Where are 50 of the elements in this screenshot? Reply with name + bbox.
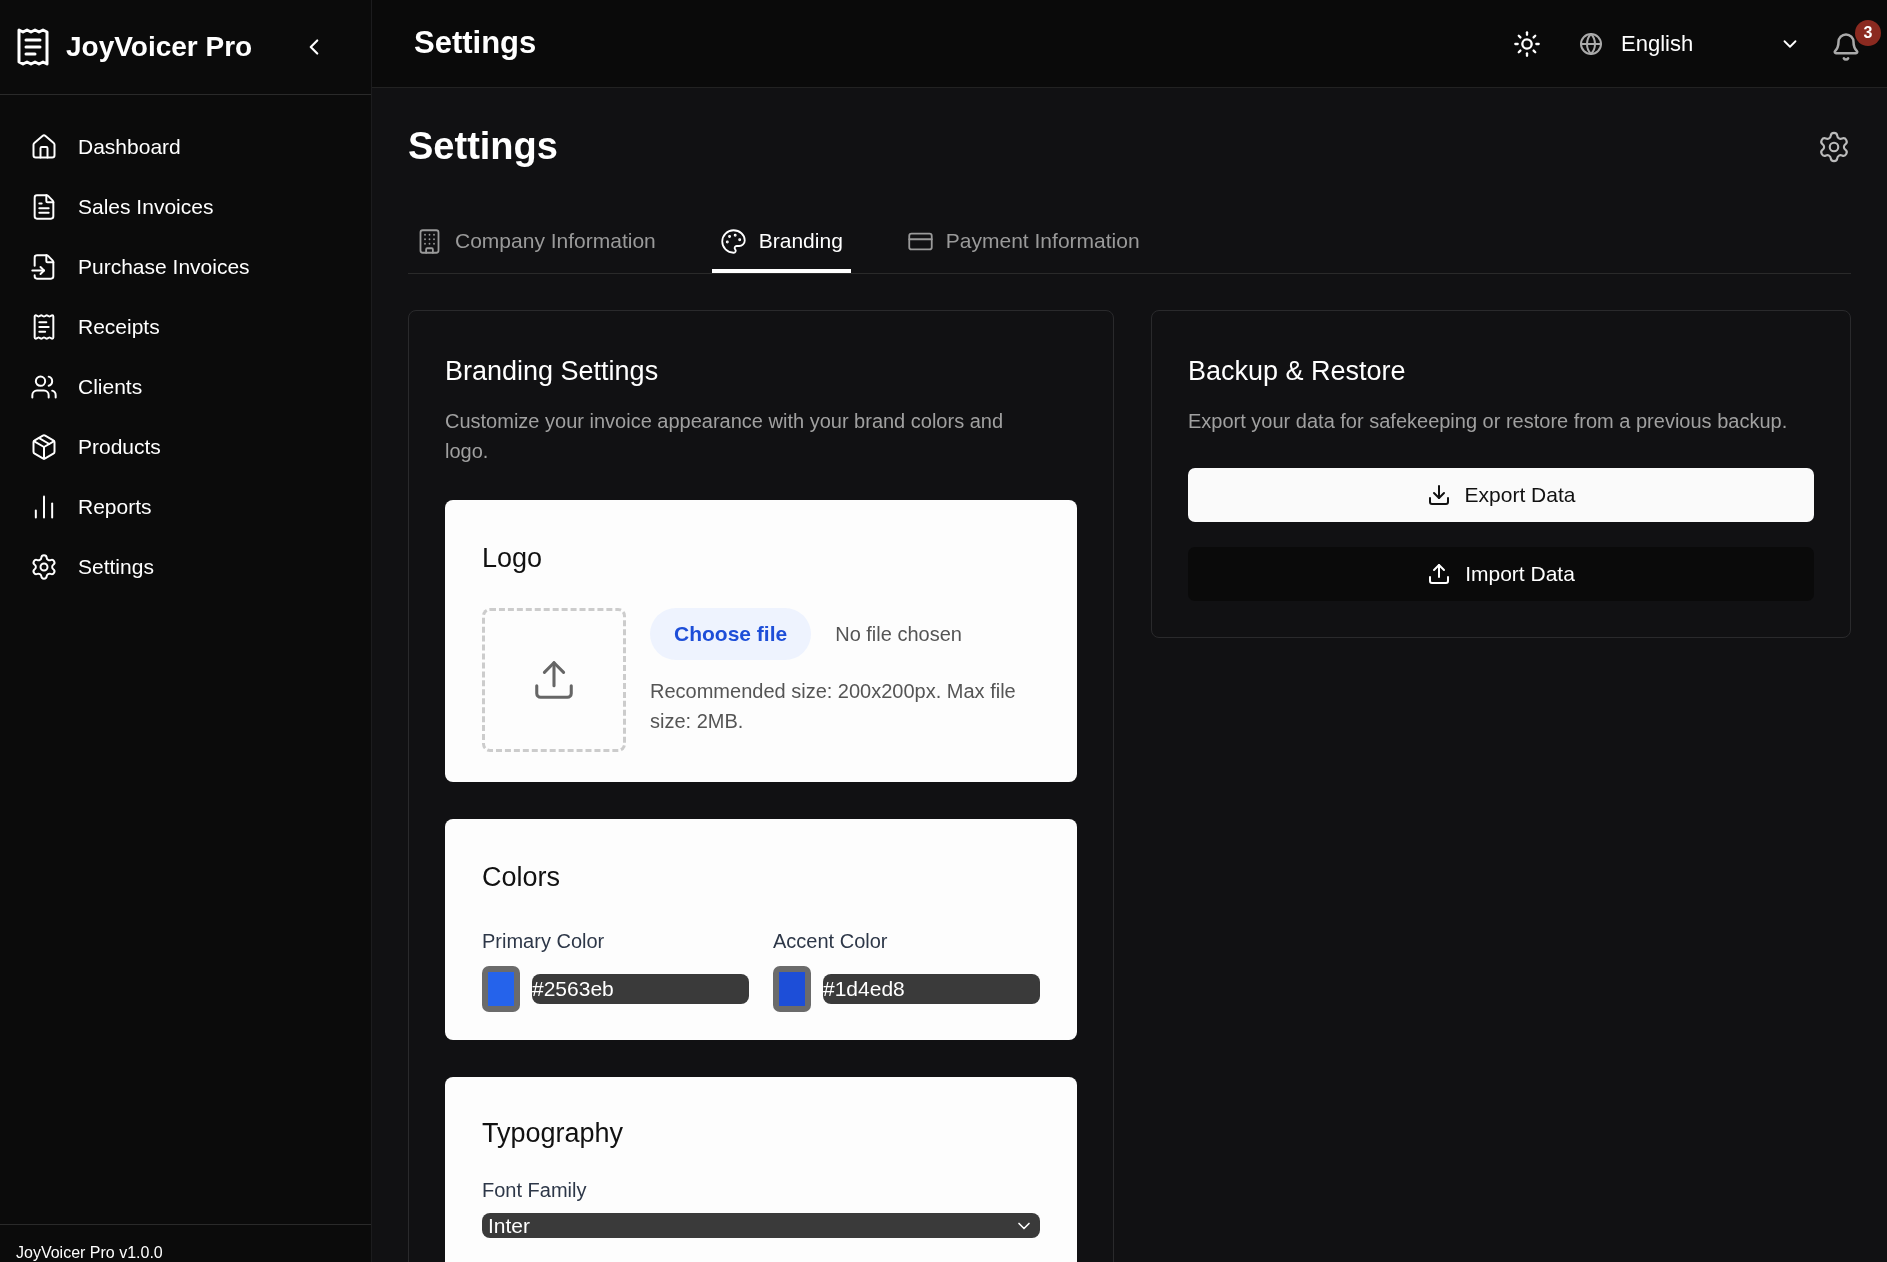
palette-icon: [719, 227, 747, 255]
receipt-logo-icon: [16, 27, 50, 67]
app-name: JoyVoicer Pro: [66, 30, 253, 64]
field-label: Font Family: [482, 1178, 588, 1203]
tab[interactable]: Company Information: [408, 213, 664, 273]
upload-hint: Recommended size: 200x200px. Max file size: 2MB.: [650, 679, 1017, 734]
bell-icon: [1831, 31, 1861, 62]
globe-icon: [1579, 31, 1603, 56]
sidebar-item[interactable]: Clients: [0, 357, 371, 417]
choose-file-button[interactable]: Choose file: [650, 608, 812, 660]
sidebar-item[interactable]: Dashboard: [0, 117, 371, 177]
panel-title: Typography: [482, 1116, 625, 1150]
notification-badge: 3: [1855, 19, 1881, 46]
sidebar-item[interactable]: Reports: [0, 477, 371, 537]
color-input[interactable]: #1d4ed8: [823, 973, 1040, 1004]
settings-icon[interactable]: [1817, 129, 1851, 164]
sidebar-item[interactable]: Sales Invoices: [0, 177, 371, 237]
upload-icon: [1427, 561, 1452, 586]
import-button[interactable]: Import Data: [1188, 546, 1814, 601]
export-button[interactable]: Export Data: [1188, 467, 1814, 522]
sidebar-item[interactable]: Purchase Invoices: [0, 237, 371, 297]
sun-icon: [1513, 29, 1541, 58]
box-icon: [30, 433, 58, 461]
version-text: JoyVoicer Pro v1.0.0: [16, 1244, 163, 1262]
file-status: No file chosen: [835, 622, 962, 647]
field-label: Primary Color: [482, 928, 606, 954]
tab[interactable]: Branding: [711, 213, 851, 273]
field-label: Accent Color: [773, 928, 889, 954]
card-title: Branding Settings: [445, 355, 660, 388]
house-icon: [30, 133, 58, 161]
font-family-select[interactable]: Inter: [482, 1213, 1040, 1238]
card-title: Backup & Restore: [1188, 355, 1407, 388]
page-title: Settings: [408, 124, 558, 169]
header-title: Settings: [414, 24, 537, 63]
language-select[interactable]: English: [1621, 27, 1801, 60]
color-swatch[interactable]: [773, 965, 811, 1012]
card-description: Export your data for safekeeping or restore from a previous backup.: [1188, 408, 1789, 434]
tab[interactable]: Payment Information: [898, 213, 1148, 273]
panel-title: Logo: [482, 541, 544, 575]
download-icon: [1426, 482, 1451, 507]
panel-title: Colors: [482, 861, 562, 894]
card-description: Customize your invoice appearance with your brand colors and logo.: [445, 408, 1005, 464]
color-swatch[interactable]: [482, 965, 520, 1012]
sidebar-item[interactable]: Products: [0, 417, 371, 477]
users-icon: [30, 373, 58, 401]
theme-toggle-button[interactable]: [1513, 29, 1541, 58]
sidebar-item[interactable]: Settings: [0, 537, 371, 597]
color-input[interactable]: #2563eb: [532, 973, 749, 1004]
sidebar-item[interactable]: Receipts: [0, 297, 371, 357]
settings-icon: [30, 553, 58, 581]
